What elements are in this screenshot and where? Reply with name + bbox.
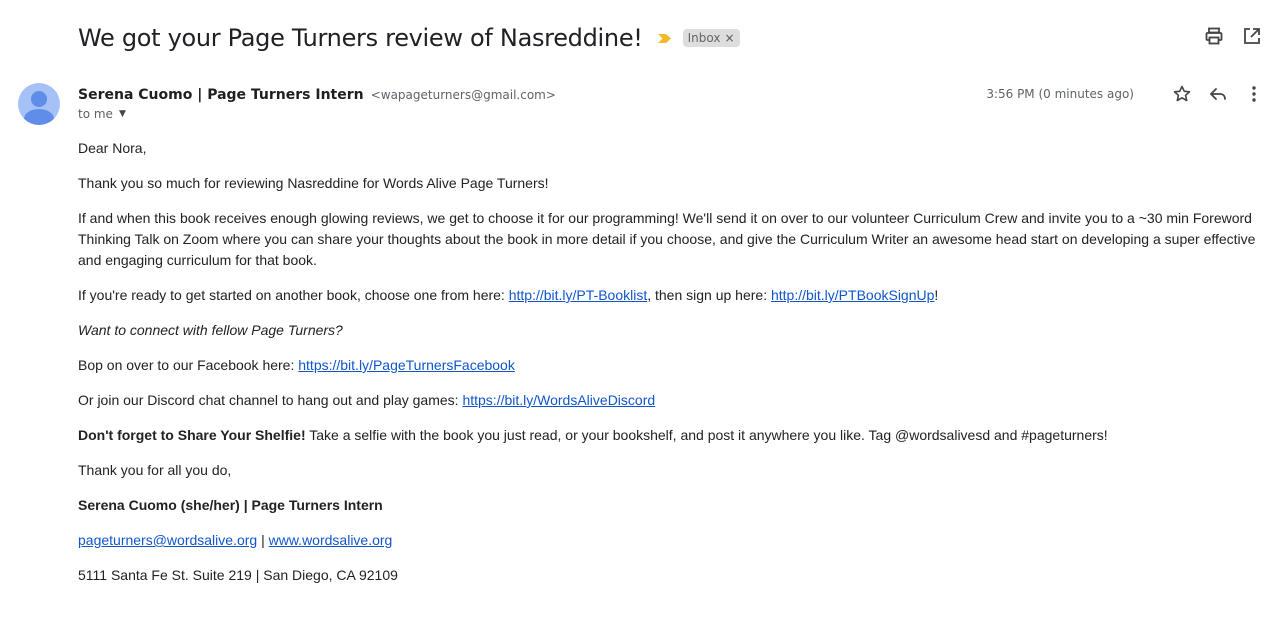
discord-text: Or join our Discord chat channel to hang…: [78, 392, 463, 408]
signature-email-link[interactable]: pageturners@wordsalive.org: [78, 532, 257, 548]
signature-address: 5111 Santa Fe St. Suite 219 | San Diego,…: [78, 567, 398, 583]
program-paragraph: If and when this book receives enough gl…: [78, 210, 1256, 268]
recipient-line: to me: [78, 107, 113, 121]
shelfie-text: Take a selfie with the book you just rea…: [305, 427, 1108, 443]
sender-avatar[interactable]: [18, 83, 60, 125]
default-avatar-icon: [24, 91, 54, 125]
facebook-text: Bop on over to our Facebook here:: [78, 357, 299, 373]
closing-line: Thank you for all you do,: [78, 462, 232, 478]
star-icon[interactable]: [1172, 84, 1192, 104]
recipient-details-toggle[interactable]: to me ▼: [78, 107, 126, 121]
subject-row: We got your Page Turners review of Nasre…: [78, 18, 740, 58]
sender-info: Serena Cuomo | Page Turners Intern <wapa…: [78, 84, 556, 103]
shelfie-paragraph: Don't forget to Share Your Shelfie! Take…: [78, 425, 1268, 446]
email-body: Dear Nora, Thank you so much for reviewi…: [78, 138, 1268, 600]
facebook-paragraph: Bop on over to our Facebook here: https:…: [78, 355, 1268, 376]
signature-name: Serena Cuomo (she/her) | Page Turners In…: [78, 497, 383, 513]
sender-email: <wapageturners@gmail.com>: [370, 88, 556, 102]
print-icon[interactable]: [1204, 26, 1224, 46]
remove-label-icon[interactable]: ×: [724, 31, 734, 45]
open-in-new-window-icon[interactable]: [1242, 26, 1262, 46]
signature-site-link[interactable]: www.wordsalive.org: [269, 532, 393, 548]
next-book-text-1: If you're ready to get started on anothe…: [78, 287, 509, 303]
importance-marker-icon[interactable]: [657, 31, 672, 46]
signature-links: pageturners@wordsalive.org | www.wordsal…: [78, 530, 1268, 551]
book-signup-link[interactable]: http://bit.ly/PTBookSignUp: [771, 287, 934, 303]
greeting: Dear Nora,: [78, 140, 147, 156]
inbox-label-chip[interactable]: Inbox ×: [682, 29, 740, 47]
email-subject: We got your Page Turners review of Nasre…: [78, 24, 643, 52]
booklist-link[interactable]: http://bit.ly/PT-Booklist: [509, 287, 648, 303]
more-options-icon[interactable]: [1244, 84, 1264, 104]
shelfie-bold: Don't forget to Share Your Shelfie!: [78, 427, 306, 443]
discord-link[interactable]: https://bit.ly/WordsAliveDiscord: [462, 392, 655, 408]
thanks-line: Thank you so much for reviewing Nasreddi…: [78, 175, 549, 191]
signature-separator: |: [257, 532, 269, 548]
message-actions: 3:56 PM (0 minutes ago): [986, 84, 1264, 104]
next-book-paragraph: If you're ready to get started on anothe…: [78, 285, 1268, 306]
connect-heading: Want to connect with fellow Page Turners…: [78, 322, 343, 338]
label-text: Inbox: [687, 31, 721, 45]
chevron-down-icon[interactable]: ▼: [119, 109, 126, 119]
sender-name[interactable]: Serena Cuomo | Page Turners Intern: [78, 87, 364, 103]
facebook-link[interactable]: https://bit.ly/PageTurnersFacebook: [298, 357, 515, 373]
timestamp: 3:56 PM (0 minutes ago): [986, 87, 1134, 101]
next-book-text-2: , then sign up here:: [647, 287, 771, 303]
reply-icon[interactable]: [1208, 84, 1228, 104]
thread-actions: [1204, 26, 1262, 46]
next-book-text-3: !: [934, 287, 939, 303]
discord-paragraph: Or join our Discord chat channel to hang…: [78, 390, 1268, 411]
